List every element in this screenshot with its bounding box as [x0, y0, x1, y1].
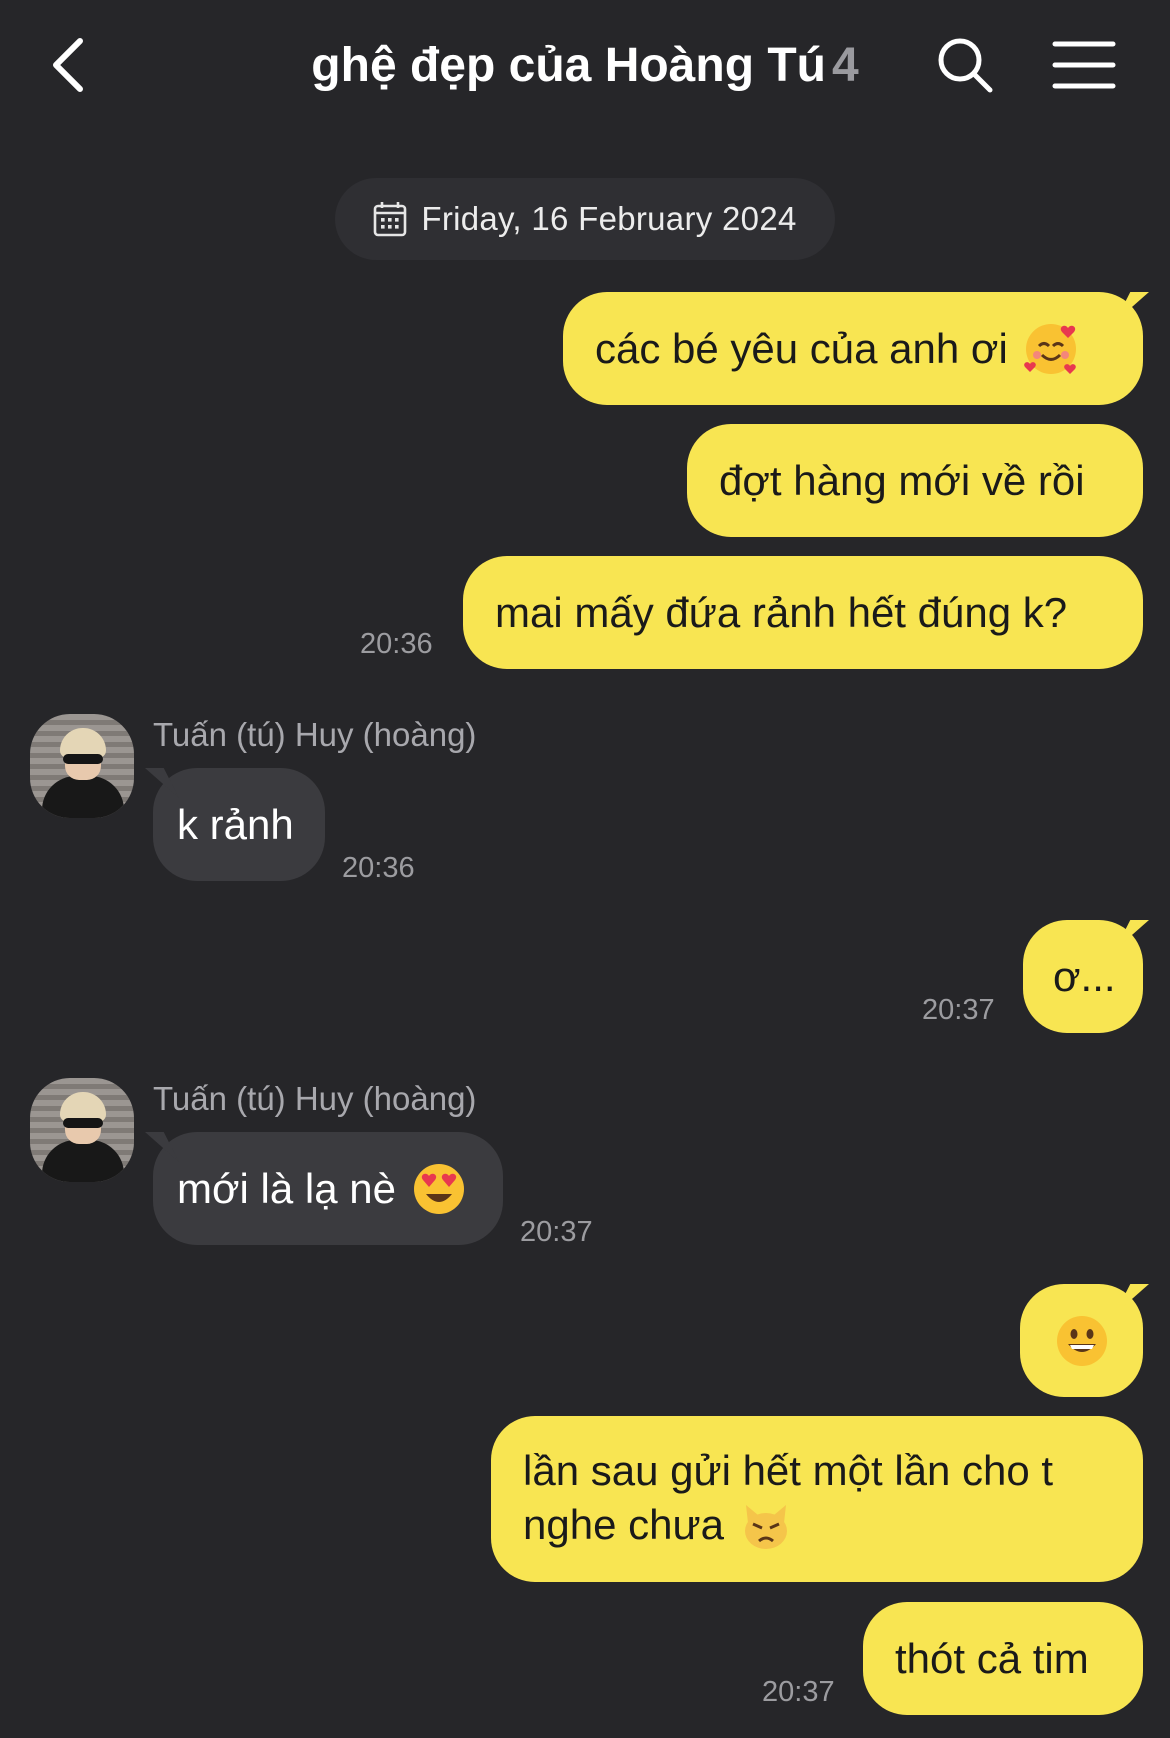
menu-button[interactable] [1048, 30, 1120, 100]
own-message-bubble[interactable] [1020, 1284, 1143, 1397]
message-text-line: lần sau gửi hết một lần cho t [523, 1447, 1054, 1494]
sender-name: Tuấn (tú) Huy (hoàng) [153, 1080, 477, 1117]
message-text-line: nghe chưa [523, 1501, 724, 1548]
sender-avatar[interactable] [30, 1078, 134, 1182]
search-button[interactable] [932, 30, 998, 100]
own-message-bubble[interactable]: lần sau gửi hết một lần cho t nghe chưa [491, 1416, 1143, 1582]
pouting-cat-emoji [744, 1505, 787, 1549]
message-text: ơ... [1053, 952, 1116, 1000]
calendar-icon [374, 202, 407, 237]
message-text: k rảnh [177, 800, 294, 848]
heart-eyes-emoji [413, 1163, 464, 1214]
group-name: ghệ đẹp của Hoàng Tú [311, 39, 826, 92]
date-separator: Friday, 16 February 2024 [335, 178, 835, 260]
chat-title[interactable]: ghệ đẹp của Hoàng Tú 4 [200, 34, 970, 98]
message-timestamp: 20:37 [762, 1676, 835, 1708]
message-text: đợt hàng mới về rồi [719, 456, 1085, 504]
message-timestamp: 20:36 [342, 852, 415, 884]
back-button[interactable] [38, 30, 98, 100]
sender-avatar[interactable] [30, 714, 134, 818]
search-icon [938, 38, 993, 93]
hamburger-menu-icon [1052, 41, 1116, 89]
other-message-bubble[interactable]: k rảnh [153, 768, 325, 881]
other-message-bubble[interactable]: mới là lạ nè [153, 1132, 503, 1245]
smiling-face-with-hearts-emoji [1023, 323, 1076, 374]
own-message-bubble[interactable]: đợt hàng mới về rồi [687, 424, 1143, 537]
grinning-face-emoji [1056, 1315, 1107, 1366]
own-message-bubble[interactable]: thót cả tim [863, 1602, 1143, 1715]
message-text-line-row: nghe chưa [523, 1497, 794, 1553]
own-message-bubble[interactable]: các bé yêu của anh ơi [563, 292, 1143, 405]
sender-name: Tuấn (tú) Huy (hoàng) [153, 716, 477, 753]
message-timestamp: 20:36 [360, 628, 433, 660]
chevron-left-icon [53, 38, 83, 92]
message-text: mai mấy đứa rảnh hết đúng k? [495, 588, 1068, 636]
own-message-bubble[interactable]: ơ... [1023, 920, 1143, 1033]
own-message-bubble[interactable]: mai mấy đứa rảnh hết đúng k? [463, 556, 1143, 669]
message-text: mới là lạ nè [177, 1164, 396, 1212]
message-text: thót cả tim [895, 1634, 1089, 1682]
message-timestamp: 20:37 [520, 1216, 593, 1248]
member-count: 4 [831, 39, 859, 92]
date-label: Friday, 16 February 2024 [421, 200, 797, 237]
message-timestamp: 20:37 [922, 994, 995, 1026]
chat-header: ghệ đẹp của Hoàng Tú 4 [0, 0, 1170, 130]
message-text: các bé yêu của anh ơi [595, 324, 1008, 372]
